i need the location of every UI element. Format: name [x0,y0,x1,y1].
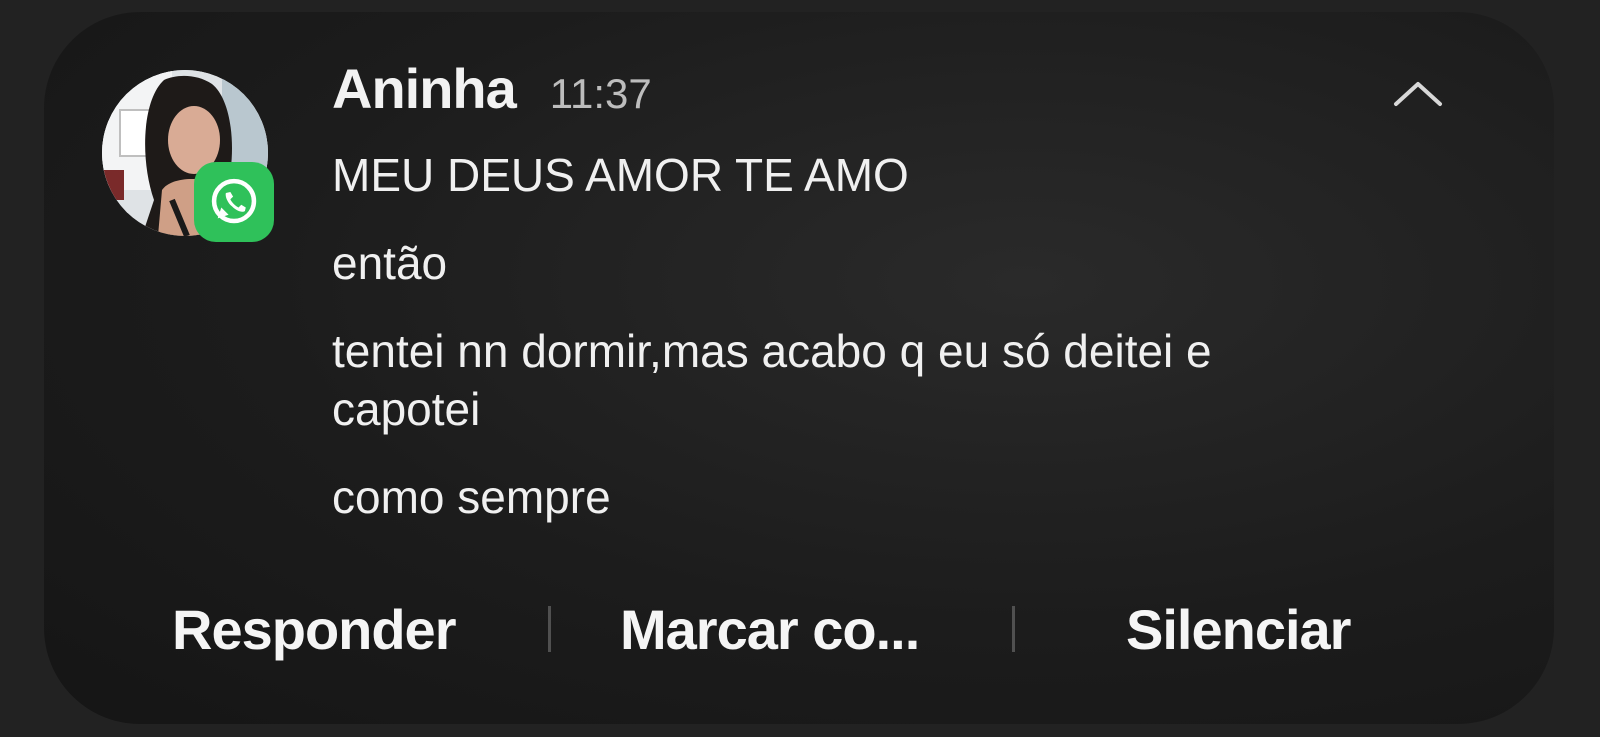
sender-name: Aninha [332,57,517,120]
chevron-up-icon[interactable] [1388,72,1448,112]
message-text: como sempre [332,471,611,523]
message-time: 11:37 [549,70,652,117]
notification-header: Aninha 11:37 [332,56,652,121]
mute-button[interactable]: Silenciar [1126,590,1351,670]
mark-as-read-button[interactable]: Marcar co... [620,590,920,670]
message-text: então [332,237,448,289]
notification-card[interactable]: Aninha 11:37 MEU DEUS AMOR TE AMO então … [44,12,1554,724]
message-text: tentei nn dormir,mas acabo q eu só deite… [332,325,1212,435]
notification-actions: Responder Marcar co... Silenciar [44,590,1554,670]
reply-button[interactable]: Responder [172,590,456,670]
message-list: MEU DEUS AMOR TE AMO então tentei nn dor… [332,146,1292,556]
message-text: MEU DEUS AMOR TE AMO [332,149,909,201]
whatsapp-icon [194,162,274,242]
action-divider [1012,606,1015,652]
action-divider [548,606,551,652]
